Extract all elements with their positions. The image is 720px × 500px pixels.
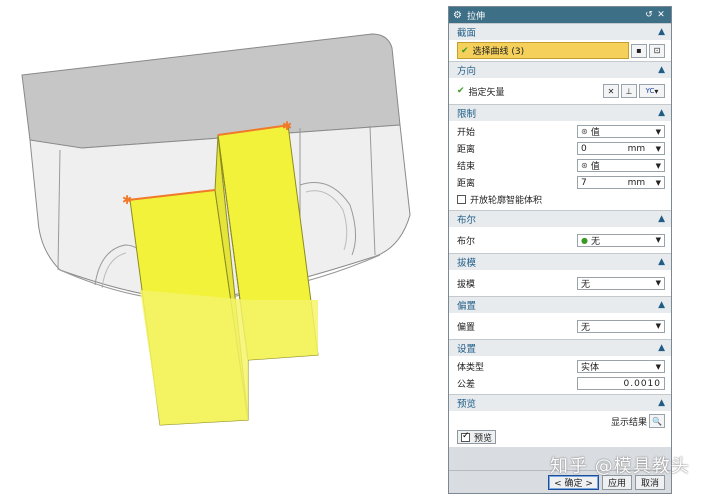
preview-label: 预览 bbox=[474, 433, 493, 444]
curve-end-marker: ✱ bbox=[122, 193, 132, 207]
section-title: 布尔 bbox=[457, 215, 477, 226]
start-label: 开始 bbox=[457, 128, 476, 138]
unit-label: mm bbox=[627, 143, 646, 154]
section-body-draft: 拔模 无 ▼ bbox=[449, 270, 671, 296]
chevron-down-icon: ▼ bbox=[655, 362, 661, 371]
chevron-down-icon[interactable]: ▼ bbox=[656, 145, 661, 153]
unit-label: mm bbox=[627, 177, 646, 188]
section-header-preview[interactable]: 预览 ▲ bbox=[449, 394, 671, 411]
curve-selection-button[interactable]: ⊡ bbox=[649, 43, 665, 58]
dialog-footer: < 确定 > 应用 取消 bbox=[449, 470, 671, 493]
draft-select[interactable]: 无 ▼ bbox=[577, 276, 665, 290]
section-body-offset: 偏置 无 ▼ bbox=[449, 313, 671, 339]
collapse-icon[interactable]: ▲ bbox=[658, 27, 665, 37]
chevron-down-icon: ▼ bbox=[655, 236, 661, 244]
collapse-icon[interactable]: ▲ bbox=[658, 257, 665, 267]
value-icon: ⊛ bbox=[581, 161, 588, 170]
reset-icon[interactable]: ↺ bbox=[643, 10, 655, 20]
sketch-section-button[interactable]: ▪ bbox=[631, 43, 647, 58]
dialog-title: 拉伸 bbox=[467, 11, 486, 22]
offset-label: 偏置 bbox=[457, 322, 476, 333]
end-label: 结束 bbox=[457, 162, 476, 172]
close-icon[interactable]: ✕ bbox=[655, 10, 667, 20]
section-body-direction: ✔ 指定矢量 ✕ ⊥ YC ▾ bbox=[449, 78, 671, 104]
start-type-select[interactable]: ⊛ 值 ▼ bbox=[577, 125, 665, 138]
show-result-button[interactable]: 🔍 bbox=[649, 414, 665, 428]
section-title: 截面 bbox=[457, 28, 477, 39]
ok-button[interactable]: < 确定 > bbox=[548, 474, 599, 490]
section-header-offset[interactable]: 偏置 ▲ bbox=[449, 296, 671, 313]
section-header-limits[interactable]: 限制 ▲ bbox=[449, 104, 671, 121]
section-header-direction[interactable]: 方向 ▲ bbox=[449, 61, 671, 78]
section-header-draft[interactable]: 拔模 ▲ bbox=[449, 253, 671, 270]
section-title: 设置 bbox=[457, 344, 477, 355]
section-title: 预览 bbox=[457, 399, 477, 410]
section-body-section: ✔ 选择曲线 (3) ▪ ⊡ bbox=[449, 40, 671, 61]
cancel-button[interactable]: 取消 bbox=[634, 474, 665, 490]
extrude-dialog: ⚙ 拉伸 ↺ ✕ 截面 ▲ ✔ 选择曲线 (3) ▪ ⊡ 方向 ▲ ✔ 指定矢量… bbox=[448, 6, 672, 494]
open-profile-label: 开放轮廓智能体积 bbox=[470, 196, 543, 206]
tolerance-label: 公差 bbox=[457, 380, 476, 390]
chevron-down-icon: ▼ bbox=[655, 127, 661, 136]
chevron-down-icon[interactable]: ▼ bbox=[656, 179, 661, 187]
show-result-label: 显示结果 bbox=[610, 417, 647, 428]
select-curve-field[interactable]: ✔ 选择曲线 (3) bbox=[457, 42, 629, 59]
chevron-down-icon: ▼ bbox=[655, 279, 661, 287]
collapse-icon[interactable]: ▲ bbox=[658, 65, 665, 75]
graphics-viewport[interactable]: ✱ ✱ bbox=[0, 0, 448, 500]
section-title: 拔模 bbox=[457, 258, 477, 269]
start-distance-label: 距离 bbox=[457, 145, 476, 155]
collapse-icon[interactable]: ▲ bbox=[658, 108, 665, 118]
end-distance-label: 距离 bbox=[457, 179, 476, 189]
apply-button[interactable]: 应用 bbox=[601, 474, 632, 490]
start-distance-input[interactable]: 0 mm ▼ bbox=[577, 142, 665, 155]
section-body-boolean: 布尔 ● 无 ▼ bbox=[449, 227, 671, 253]
boolean-select[interactable]: ● 无 ▼ bbox=[577, 233, 665, 247]
value-icon: ⊛ bbox=[581, 127, 588, 136]
body-type-select[interactable]: 实体 ▼ bbox=[577, 360, 665, 373]
body-type-label: 体类型 bbox=[457, 363, 485, 373]
vector-option: YC bbox=[645, 87, 655, 95]
curve-end-marker: ✱ bbox=[282, 119, 292, 133]
section-header-settings[interactable]: 设置 ▲ bbox=[449, 339, 671, 356]
end-distance-input[interactable]: 7 mm ▼ bbox=[577, 176, 665, 189]
end-type-select[interactable]: ⊛ 值 ▼ bbox=[577, 159, 665, 172]
section-title: 偏置 bbox=[457, 301, 477, 312]
select-curve-label: 选择曲线 (3) bbox=[472, 47, 525, 57]
collapse-icon[interactable]: ▲ bbox=[658, 214, 665, 224]
boolean-label: 布尔 bbox=[457, 236, 476, 247]
section-body-settings: 体类型 实体 ▼ 公差 0.0010 bbox=[449, 356, 671, 394]
chevron-down-icon: ▼ bbox=[655, 322, 661, 330]
reverse-direction-button[interactable]: ✕ bbox=[603, 84, 619, 98]
collapse-icon[interactable]: ▲ bbox=[658, 343, 665, 353]
section-title: 限制 bbox=[457, 109, 477, 120]
draft-label: 拔模 bbox=[457, 279, 476, 290]
check-icon: ✔ bbox=[457, 86, 465, 96]
check-icon: ✔ bbox=[461, 45, 469, 56]
section-header-boolean[interactable]: 布尔 ▲ bbox=[449, 210, 671, 227]
collapse-icon[interactable]: ▲ bbox=[658, 300, 665, 310]
boolean-none-icon: ● bbox=[581, 235, 588, 245]
section-body-preview: 显示结果 🔍 预览 bbox=[449, 411, 671, 447]
model-scene: ✱ ✱ bbox=[21, 33, 411, 426]
section-body-limits: 开始 ⊛ 值 ▼ 距离 0 mm ▼ 结束 ⊛ 值 ▼ 距离 7 mm ▼ 开放… bbox=[449, 121, 671, 210]
vector-dialog-button[interactable]: ⊥ bbox=[621, 84, 637, 98]
vector-type-dropdown[interactable]: YC ▾ bbox=[639, 84, 665, 98]
dialog-titlebar[interactable]: ⚙ 拉伸 ↺ ✕ bbox=[449, 7, 671, 23]
tolerance-input[interactable]: 0.0010 bbox=[577, 377, 665, 390]
chevron-down-icon: ▼ bbox=[655, 161, 661, 170]
collapse-icon[interactable]: ▲ bbox=[658, 398, 665, 408]
vector-label: 指定矢量 bbox=[468, 87, 505, 98]
preview-toggle[interactable]: 预览 bbox=[457, 430, 497, 444]
section-title: 方向 bbox=[457, 66, 477, 77]
offset-select[interactable]: 无 ▼ bbox=[577, 319, 665, 333]
gear-icon: ⚙ bbox=[453, 9, 462, 21]
preview-checkbox[interactable] bbox=[461, 431, 470, 442]
open-profile-checkbox[interactable] bbox=[457, 195, 466, 204]
section-header-section[interactable]: 截面 ▲ bbox=[449, 23, 671, 40]
